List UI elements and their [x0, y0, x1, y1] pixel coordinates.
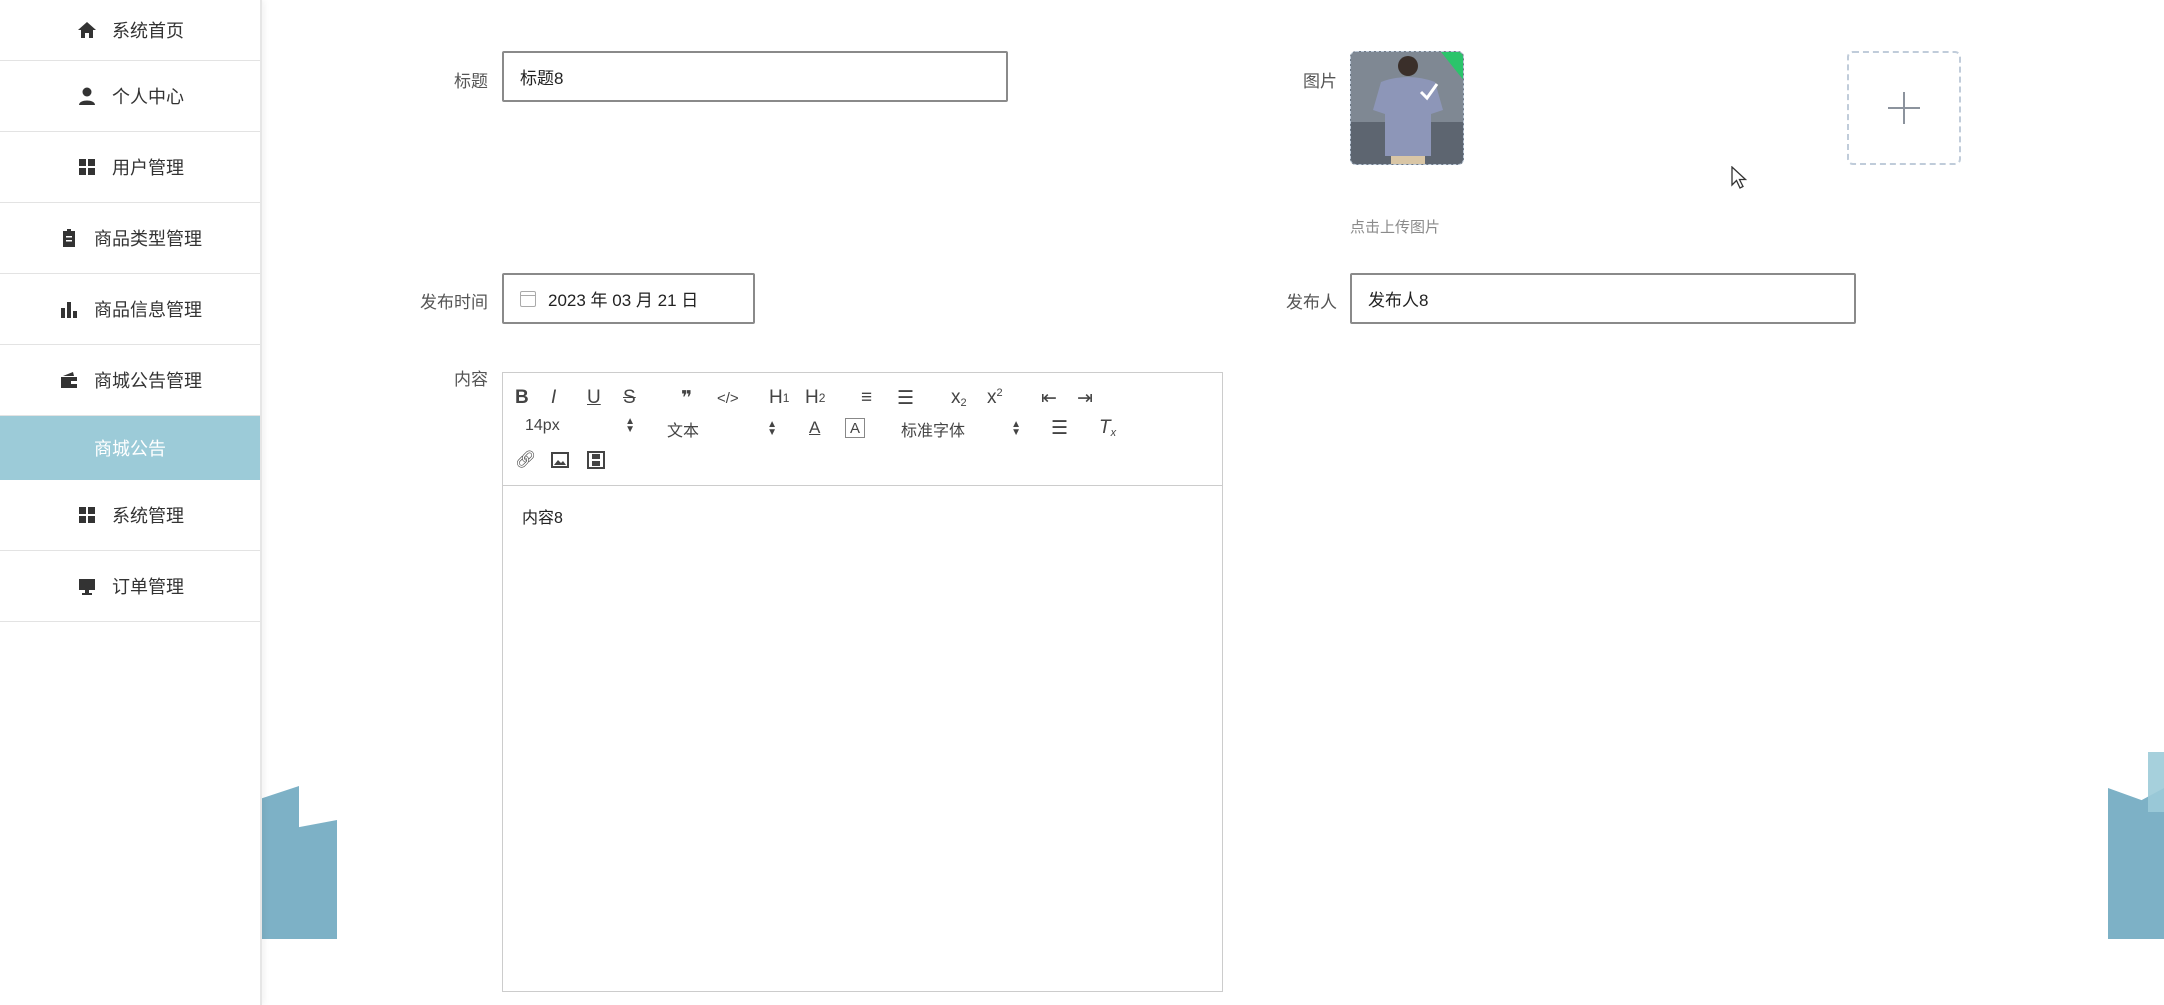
sidebar-item-label: 商品信息管理	[94, 300, 202, 320]
wallet-icon	[58, 369, 80, 391]
block-format-select[interactable]: 文本 ▲ ▼	[667, 417, 777, 441]
strike-button[interactable]: S	[623, 385, 636, 411]
outdent-icon[interactable]: ⇤	[1041, 385, 1057, 411]
superscript-button[interactable]: x2	[987, 385, 1003, 411]
italic-button[interactable]: I	[551, 385, 556, 411]
image-insert-icon	[551, 452, 569, 468]
home-icon	[76, 19, 98, 41]
sidebar-item-label: 系统首页	[112, 21, 184, 41]
sidebar-item-product-info[interactable]: 商品信息管理	[0, 274, 260, 345]
font-family-select[interactable]: 标准字体 ▲ ▼	[901, 417, 1021, 441]
font-family-value: 标准字体	[901, 423, 966, 440]
upload-tip: 点击上传图片	[1350, 219, 1441, 236]
bold-button[interactable]: B	[515, 385, 529, 411]
sidebar-item-label: 系统管理	[112, 506, 184, 526]
blockquote-icon[interactable]: ❞	[681, 385, 692, 411]
publisher-input-value: 发布人8	[1368, 291, 1429, 310]
clear-format-icon[interactable]: Tx	[1099, 415, 1116, 441]
content-label: 内容	[454, 370, 488, 389]
editor-toolbar: B I U S ❞ </> H1 H2 ≡ ☰ x2 x2 ⇤ ⇥ 14px ▲…	[503, 373, 1222, 486]
sidebar-item-product-types[interactable]: 商品类型管理	[0, 203, 260, 274]
sidebar-item-orders[interactable]: 订单管理	[0, 551, 260, 622]
decoration-block	[2148, 752, 2164, 812]
editor-content-text: 内容8	[522, 510, 563, 527]
underline-button[interactable]: U	[587, 385, 601, 411]
sidebar-item-home[interactable]: 系统首页	[0, 0, 260, 61]
sidebar-item-system[interactable]: 系统管理	[0, 480, 260, 551]
title-input-value: 标题8	[520, 69, 564, 88]
subscript-button[interactable]: x2	[951, 385, 967, 411]
sidebar: 系统首页 个人中心 用户管理 商品类型管理 商品信息管理 商城公告管理 商城公告…	[0, 0, 262, 1005]
font-size-value: 14px	[525, 417, 560, 434]
monitor-icon	[76, 575, 98, 597]
sidebar-item-label: 用户管理	[112, 158, 184, 178]
code-block-icon[interactable]: </>	[717, 385, 739, 411]
sidebar-subitem-announcement[interactable]: 商城公告	[0, 416, 260, 480]
header-1-button[interactable]: H1	[769, 385, 789, 411]
publish-time-value: 2023 年 03 月 21 日	[548, 291, 699, 310]
select-arrows-icon: ▲ ▼	[625, 416, 635, 435]
decoration-block	[299, 820, 337, 939]
uploaded-image-thumbnail[interactable]	[1350, 51, 1464, 165]
image-label: 图片	[1303, 72, 1337, 91]
user-icon	[76, 85, 98, 107]
ordered-list-icon[interactable]: ≡	[861, 385, 872, 411]
title-input[interactable]: 标题8	[502, 51, 1008, 102]
clipboard-icon	[58, 227, 80, 249]
publish-time-input[interactable]: 2023 年 03 月 21 日	[502, 273, 755, 324]
publish-time-label: 发布时间	[420, 293, 488, 312]
calendar-icon	[520, 290, 536, 307]
sidebar-item-label: 商城公告管理	[94, 371, 202, 391]
video-insert-icon	[587, 451, 605, 469]
sidebar-item-users[interactable]: 用户管理	[0, 132, 260, 203]
title-label: 标题	[454, 72, 488, 91]
block-format-value: 文本	[667, 423, 700, 440]
background-color-icon[interactable]: A	[845, 418, 865, 438]
decoration-block	[262, 786, 299, 939]
sidebar-item-profile[interactable]: 个人中心	[0, 61, 260, 132]
publisher-input[interactable]: 发布人8	[1350, 273, 1856, 324]
editor-content-area[interactable]: 内容8	[503, 486, 1222, 546]
link-icon[interactable]: 🔗︎	[515, 447, 537, 473]
font-color-icon[interactable]: A	[809, 415, 820, 441]
video-icon[interactable]	[587, 447, 605, 473]
sidebar-item-announcements[interactable]: 商城公告管理	[0, 345, 260, 416]
publisher-label: 发布人	[1286, 293, 1337, 312]
mouse-cursor-icon	[1731, 166, 1748, 189]
align-icon[interactable]: ☰	[1051, 415, 1068, 441]
sidebar-item-label: 个人中心	[112, 87, 184, 107]
sidebar-subitem-label: 商城公告	[94, 439, 166, 459]
font-size-select[interactable]: 14px ▲ ▼	[525, 417, 635, 435]
bar-chart-icon	[58, 298, 80, 320]
header-2-button[interactable]: H2	[805, 385, 825, 411]
select-arrows-icon: ▲ ▼	[1011, 419, 1021, 438]
plus-icon	[1888, 92, 1920, 124]
indent-icon[interactable]: ⇥	[1077, 385, 1093, 411]
grid-icon	[76, 156, 98, 178]
uploaded-photo	[1351, 52, 1463, 164]
image-icon[interactable]	[551, 447, 569, 473]
sidebar-item-label: 商品类型管理	[94, 229, 202, 249]
bullet-list-icon[interactable]: ☰	[897, 385, 914, 411]
sidebar-item-label: 订单管理	[112, 577, 184, 597]
select-arrows-icon: ▲ ▼	[767, 419, 777, 438]
rich-text-editor: B I U S ❞ </> H1 H2 ≡ ☰ x2 x2 ⇤ ⇥ 14px ▲…	[502, 372, 1223, 992]
image-upload-button[interactable]	[1847, 51, 1961, 165]
grid-icon	[76, 504, 98, 526]
